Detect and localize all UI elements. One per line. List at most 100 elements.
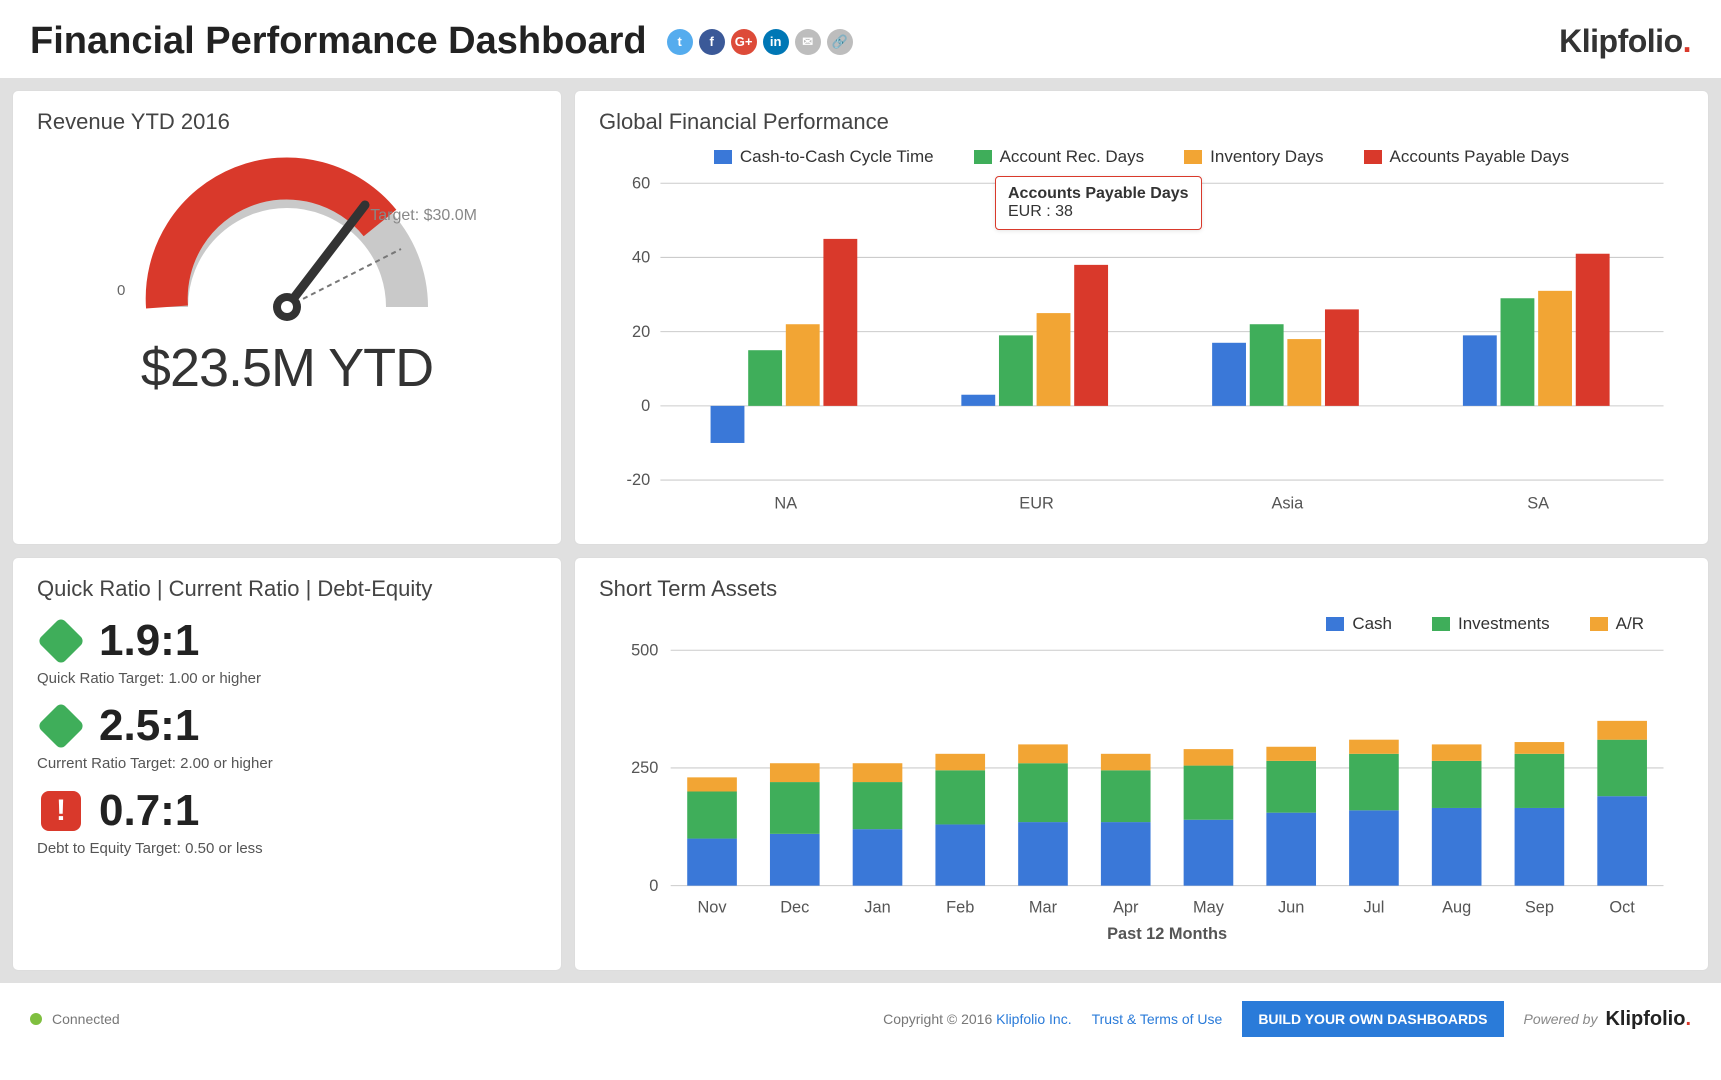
bar[interactable] — [1349, 740, 1399, 754]
legend-label: Cash-to-Cash Cycle Time — [740, 147, 934, 167]
link-icon[interactable]: 🔗 — [827, 29, 853, 55]
footer: Connected Copyright © 2016 Klipfolio Inc… — [0, 983, 1721, 1059]
bar[interactable] — [935, 770, 985, 824]
bar[interactable] — [687, 777, 737, 791]
legend-item[interactable]: Cash-to-Cash Cycle Time — [714, 147, 934, 167]
bar[interactable] — [1501, 298, 1535, 406]
legend-item[interactable]: Investments — [1432, 614, 1550, 634]
page-title: Financial Performance Dashboard — [30, 20, 647, 63]
bar[interactable] — [999, 335, 1033, 405]
legend-item[interactable]: Accounts Payable Days — [1364, 147, 1570, 167]
svg-text:Dec: Dec — [780, 898, 809, 916]
svg-text:Oct: Oct — [1609, 898, 1635, 916]
svg-text:EUR: EUR — [1019, 495, 1054, 513]
bar[interactable] — [853, 829, 903, 885]
ratio-value: 1.9:1 — [99, 616, 199, 666]
bar[interactable] — [1515, 742, 1565, 754]
ratio-row: !0.7:1 — [37, 786, 537, 836]
legend-label: Account Rec. Days — [1000, 147, 1145, 167]
legend-label: Accounts Payable Days — [1390, 147, 1570, 167]
bar[interactable] — [1349, 754, 1399, 810]
email-icon[interactable]: ✉ — [795, 29, 821, 55]
bar[interactable] — [823, 239, 857, 406]
bar[interactable] — [1597, 721, 1647, 740]
bar[interactable] — [1432, 808, 1482, 886]
linkedin-icon[interactable]: in — [763, 29, 789, 55]
bar[interactable] — [1349, 810, 1399, 885]
bar[interactable] — [935, 754, 985, 770]
bar[interactable] — [1597, 796, 1647, 885]
bar[interactable] — [687, 839, 737, 886]
bar[interactable] — [711, 406, 745, 443]
svg-text:Apr: Apr — [1113, 898, 1139, 916]
bar[interactable] — [1184, 766, 1234, 820]
gauge-value-label: $23.5M YTD — [37, 337, 537, 399]
bar[interactable] — [687, 791, 737, 838]
twitter-icon[interactable]: t — [667, 29, 693, 55]
legend-item[interactable]: A/R — [1590, 614, 1644, 634]
legend-item[interactable]: Cash — [1326, 614, 1392, 634]
bar[interactable] — [770, 834, 820, 886]
bar[interactable] — [1432, 761, 1482, 808]
bar[interactable] — [1074, 265, 1108, 406]
gauge-target-label: Target: $30.0M — [370, 207, 477, 225]
revenue-gauge: 0 Target: $30.0M $23.5M YTD — [37, 147, 537, 399]
gauge-svg — [97, 147, 477, 347]
bar[interactable] — [1463, 335, 1497, 405]
bar[interactable] — [961, 395, 995, 406]
legend-label: A/R — [1616, 614, 1644, 634]
build-dashboards-button[interactable]: BUILD YOUR OWN DASHBOARDS — [1242, 1001, 1503, 1037]
short-term-title: Short Term Assets — [599, 576, 1684, 602]
bar[interactable] — [1515, 808, 1565, 886]
bar[interactable] — [1101, 822, 1151, 886]
bar[interactable] — [1018, 763, 1068, 822]
bar[interactable] — [770, 763, 820, 782]
ratio-row: 1.9:1 — [37, 616, 537, 666]
svg-text:250: 250 — [631, 759, 658, 777]
bar[interactable] — [1287, 339, 1321, 406]
bar[interactable] — [1266, 747, 1316, 761]
short-term-chart[interactable]: 0250500NovDecJanFebMarAprMayJunJulAugSep… — [599, 640, 1684, 947]
svg-text:0: 0 — [641, 397, 650, 415]
bar[interactable] — [1018, 822, 1068, 886]
bar[interactable] — [1212, 343, 1246, 406]
bar[interactable] — [770, 782, 820, 834]
bar[interactable] — [935, 824, 985, 885]
terms-link[interactable]: Trust & Terms of Use — [1092, 1011, 1223, 1027]
header: Financial Performance Dashboard tfG+in✉🔗… — [0, 0, 1721, 78]
dashboard-grid: Revenue YTD 2016 0 Target: $30.0M $23.5M… — [0, 78, 1721, 983]
bar[interactable] — [1266, 761, 1316, 813]
bar[interactable] — [1515, 754, 1565, 808]
bar[interactable] — [1184, 749, 1234, 765]
bar[interactable] — [1250, 324, 1284, 406]
bar[interactable] — [1101, 754, 1151, 770]
bar[interactable] — [853, 782, 903, 829]
bar[interactable] — [1184, 820, 1234, 886]
bar[interactable] — [1037, 313, 1071, 406]
bar[interactable] — [1597, 740, 1647, 796]
ratio-row: 2.5:1 — [37, 701, 537, 751]
revenue-panel: Revenue YTD 2016 0 Target: $30.0M $23.5M… — [12, 90, 562, 545]
bar[interactable] — [1018, 744, 1068, 763]
bar[interactable] — [786, 324, 820, 406]
bar[interactable] — [1538, 291, 1572, 406]
bar[interactable] — [1325, 309, 1359, 405]
bar[interactable] — [1266, 813, 1316, 886]
ratio-value: 2.5:1 — [99, 701, 199, 751]
company-link[interactable]: Klipfolio Inc. — [996, 1011, 1071, 1027]
googleplus-icon[interactable]: G+ — [731, 29, 757, 55]
share-icons: tfG+in✉🔗 — [667, 29, 853, 55]
legend-label: Inventory Days — [1210, 147, 1323, 167]
facebook-icon[interactable]: f — [699, 29, 725, 55]
legend-label: Cash — [1352, 614, 1392, 634]
legend-item[interactable]: Account Rec. Days — [974, 147, 1145, 167]
legend-item[interactable]: Inventory Days — [1184, 147, 1323, 167]
bar[interactable] — [853, 763, 903, 782]
legend-swatch-icon — [1184, 150, 1202, 164]
bar[interactable] — [1101, 770, 1151, 822]
bar[interactable] — [1576, 254, 1610, 406]
bar[interactable] — [1432, 744, 1482, 760]
bar[interactable] — [748, 350, 782, 406]
svg-text:20: 20 — [632, 323, 650, 341]
ratios-title: Quick Ratio | Current Ratio | Debt-Equit… — [37, 576, 537, 602]
